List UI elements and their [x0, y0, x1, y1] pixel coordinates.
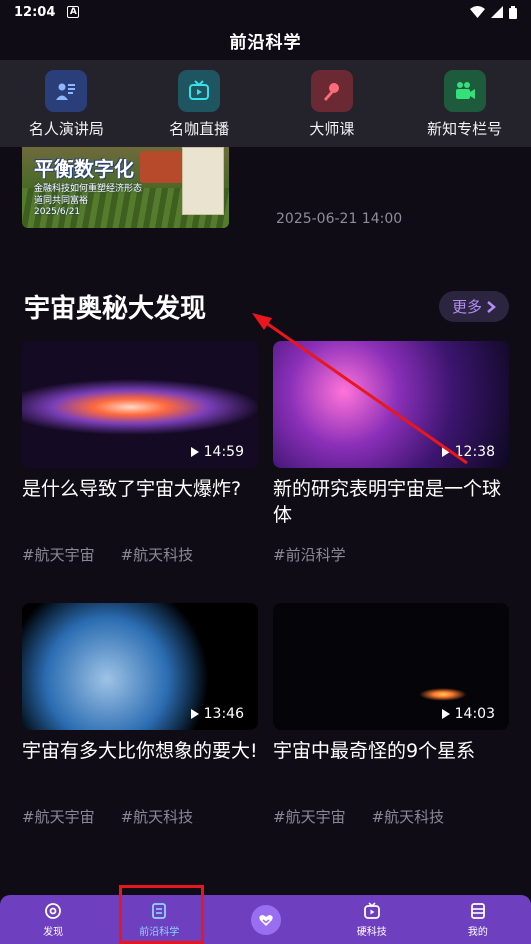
tv-icon	[178, 70, 221, 112]
nav-label: 我的	[467, 926, 488, 938]
bottom-nav: 发现 前沿科学 硬科技 我的	[0, 895, 531, 944]
nav-favorite[interactable]	[212, 895, 318, 944]
video-title[interactable]: 宇宙有多大比你想象的要大!	[22, 738, 258, 790]
tag[interactable]: #航天宇宙	[22, 806, 95, 827]
video-card[interactable]: 13:46 宇宙有多大比你想象的要大! #航天宇宙 #航天科技	[22, 603, 258, 827]
annotation-highlight-box	[119, 885, 204, 944]
video-duration: 14:03	[441, 706, 495, 722]
thumbnail-date: 2025/6/21	[34, 207, 81, 217]
video-card[interactable]: 12:38 新的研究表明宇宙是一个球体 #前沿科学	[273, 341, 509, 565]
article-date: 2025-06-21 14:00	[276, 211, 403, 227]
microphone-icon	[310, 70, 353, 112]
video-thumbnail[interactable]: 14:03	[273, 603, 509, 730]
nav-label: 发现	[43, 926, 64, 938]
category-bar: 名人演讲局 名咖直播 大师课 新知专栏号	[0, 60, 531, 147]
video-thumbnail[interactable]: 12:38	[273, 341, 509, 468]
tag[interactable]: #前沿科学	[273, 544, 346, 565]
tv-play-icon	[363, 901, 380, 919]
play-icon	[190, 709, 199, 719]
nav-hard-tech[interactable]: 硬科技	[319, 895, 425, 944]
video-title[interactable]: 是什么导致了宇宙大爆炸?	[22, 476, 258, 528]
category-label: 名咖直播	[169, 120, 230, 138]
tag[interactable]: #航天宇宙	[22, 544, 95, 565]
video-title[interactable]: 新的研究表明宇宙是一个球体	[273, 476, 509, 528]
video-duration: 13:46	[190, 706, 244, 722]
play-icon	[441, 709, 450, 719]
tag[interactable]: #航天宇宙	[273, 806, 346, 827]
category-speeches[interactable]: 名人演讲局	[0, 60, 133, 147]
status-time: 12:04	[14, 4, 56, 20]
page-title: 前沿科学	[229, 33, 302, 53]
more-button[interactable]: 更多	[439, 291, 509, 322]
category-column[interactable]: 新知专栏号	[398, 60, 531, 147]
battery-icon	[509, 5, 517, 19]
play-icon	[190, 447, 199, 457]
nav-discover[interactable]: 发现	[0, 895, 106, 944]
video-duration: 12:38	[441, 444, 495, 460]
category-masterclass[interactable]: 大师课	[266, 60, 399, 147]
wifi-icon	[470, 6, 485, 18]
video-card[interactable]: 14:59 是什么导致了宇宙大爆炸? #航天宇宙 #航天科技	[22, 341, 258, 565]
tag[interactable]: #航天科技	[121, 806, 194, 827]
signal-icon	[491, 6, 503, 18]
chevron-right-icon	[487, 300, 496, 313]
previous-article-thumbnail[interactable]: 平衡数字化 金融科技如何重塑经济形态 道同共同富裕 2025/6/21	[22, 147, 229, 228]
tag[interactable]: #航天科技	[372, 806, 445, 827]
play-icon	[441, 447, 450, 457]
status-bar: 12:04 A	[0, 0, 531, 24]
discover-icon	[45, 902, 61, 919]
tag[interactable]: #航天科技	[121, 544, 194, 565]
category-label: 大师课	[309, 120, 355, 138]
category-live[interactable]: 名咖直播	[133, 60, 266, 147]
more-label: 更多	[451, 298, 482, 316]
profile-icon	[471, 902, 485, 919]
thumbnail-headline: 平衡数字化	[34, 157, 134, 181]
video-camera-icon	[443, 70, 486, 112]
category-label: 名人演讲局	[28, 120, 104, 138]
video-thumbnail[interactable]: 14:59	[22, 341, 258, 468]
section-title: 宇宙奥秘大发现	[24, 294, 207, 324]
nav-profile[interactable]: 我的	[425, 895, 531, 944]
thumbnail-subtitle: 金融科技如何重塑经济形态 道同共同富裕	[34, 184, 143, 206]
speaker-icon	[45, 70, 88, 112]
nav-label: 硬科技	[356, 926, 387, 938]
favorite-heart-icon	[250, 904, 281, 935]
video-card[interactable]: 14:03 宇宙中最奇怪的9个星系 #航天宇宙 #航天科技	[273, 603, 509, 827]
category-label: 新知专栏号	[427, 120, 503, 138]
notification-icon: A	[67, 6, 80, 18]
video-title[interactable]: 宇宙中最奇怪的9个星系	[273, 738, 509, 790]
video-duration: 14:59	[190, 444, 244, 460]
video-thumbnail[interactable]: 13:46	[22, 603, 258, 730]
